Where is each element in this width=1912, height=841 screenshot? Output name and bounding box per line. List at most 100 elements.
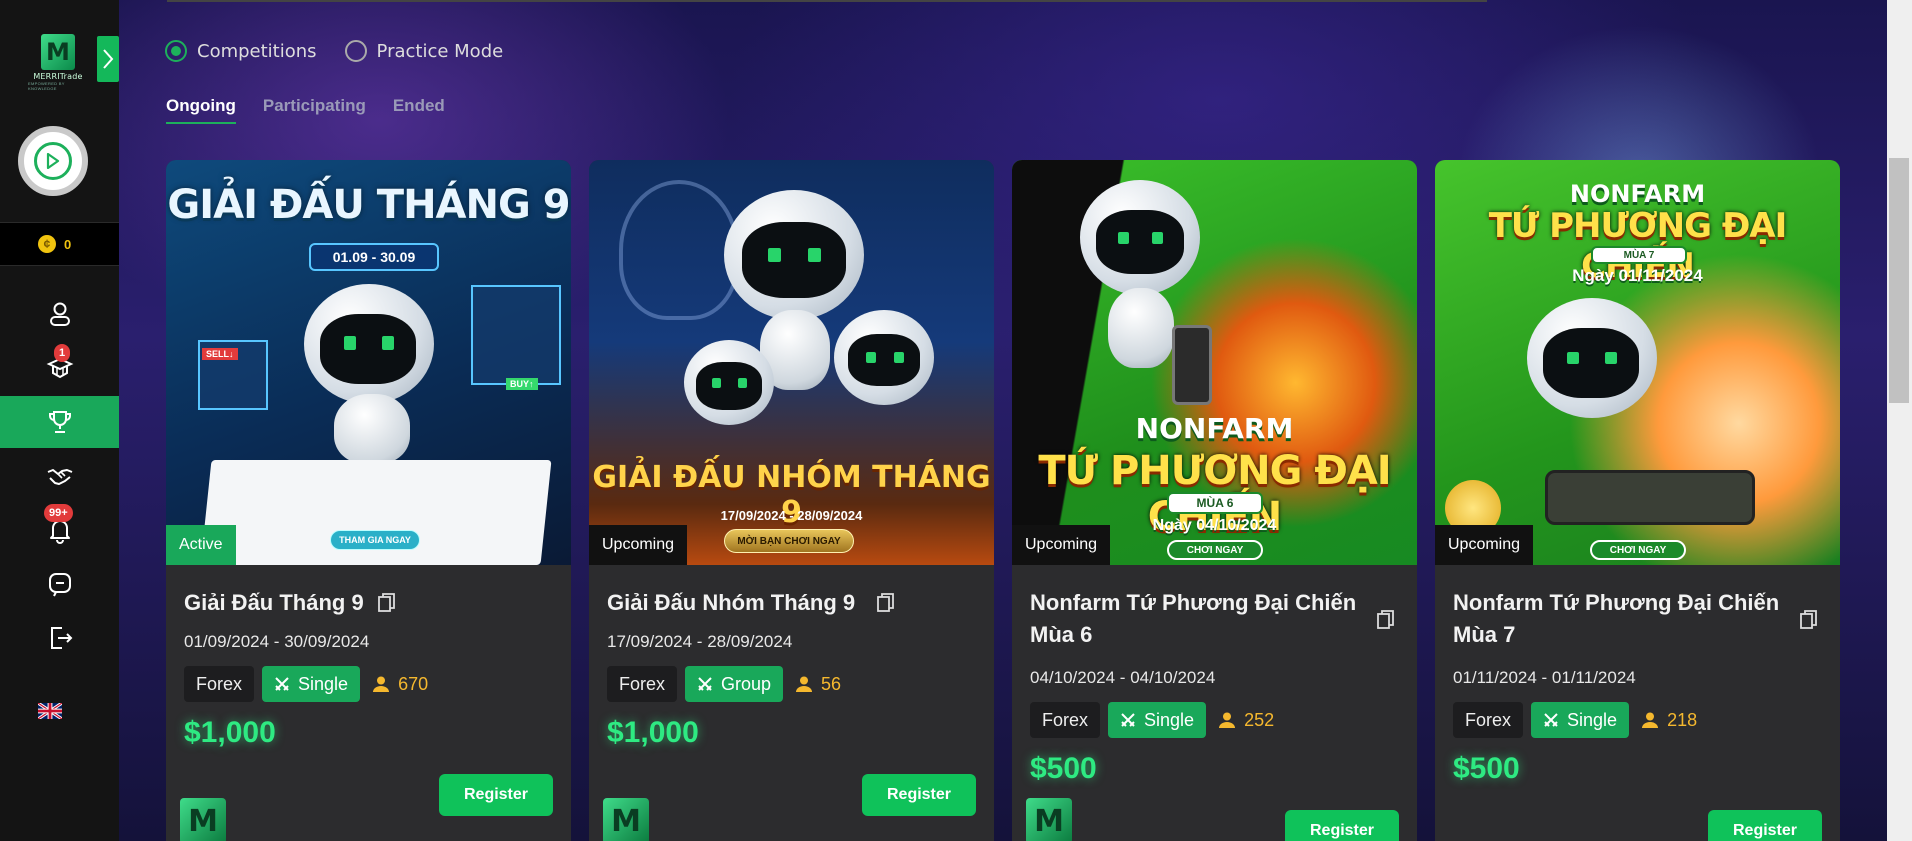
copy-icon[interactable] — [1800, 610, 1818, 630]
vertical-scrollbar[interactable] — [1887, 0, 1912, 841]
top-divider — [167, 0, 1487, 2]
mode-option-label: Practice Mode — [376, 40, 504, 62]
register-button[interactable]: Register — [1285, 810, 1399, 841]
status-badge: Active — [166, 525, 236, 565]
user-icon — [373, 676, 390, 692]
notifications-badge: 99+ — [44, 504, 73, 522]
competition-title: Nonfarm Tứ Phương Đại Chiến Mùa 7 — [1453, 590, 1780, 647]
copy-icon[interactable] — [1377, 610, 1395, 630]
radio-unselected-icon — [344, 40, 367, 62]
banner-cta-button: THAM GIA NGAY — [330, 530, 420, 550]
logo-text: MERRITrade — [33, 72, 83, 81]
sell-label: SELL↓ — [202, 348, 238, 360]
scrollbar-thumb[interactable] — [1889, 158, 1909, 403]
mode-option-label: Competitions — [197, 40, 317, 62]
user-icon — [49, 302, 70, 326]
trophy-icon — [48, 411, 71, 433]
banner-title-top: NONFARM — [1135, 412, 1294, 445]
prize-amount: $1,000 — [607, 716, 699, 749]
market-tag: Forex — [1030, 702, 1101, 738]
merritrade-logo-icon: M — [603, 798, 649, 841]
market-tag: Forex — [184, 666, 255, 702]
mode-option-competitions[interactable]: Competitions — [165, 40, 317, 62]
market-tag: Forex — [1453, 702, 1524, 738]
type-label: Group — [721, 673, 772, 694]
competition-banner[interactable]: NONFARM TỨ PHƯƠNG ĐẠI CHIẾN MÙA 6 Ngày 0… — [1012, 160, 1417, 565]
mode-selector: Competitions Practice Mode — [165, 40, 503, 62]
tank — [1545, 470, 1755, 525]
competition-tags: Forex Single 218 — [1453, 702, 1697, 738]
type-label: Single — [1144, 709, 1195, 730]
user-icon — [1642, 712, 1659, 728]
tab-ongoing[interactable]: Ongoing — [166, 96, 236, 124]
sidebar-item-notifications[interactable]: 99+ — [0, 504, 119, 556]
sidebar: M MERRITrade EMPOWERED BY KNOWLEDGE ¢ 0 … — [0, 0, 119, 841]
uk-flag-icon[interactable] — [38, 703, 62, 719]
competition-tags: Forex Group 56 — [607, 666, 841, 702]
copy-icon[interactable] — [877, 593, 895, 613]
user-icon — [796, 676, 813, 692]
type-label: Single — [298, 673, 349, 694]
trophy-background — [619, 180, 739, 320]
prize-amount: $500 — [1453, 752, 1520, 785]
mode-option-practice[interactable]: Practice Mode — [344, 40, 504, 62]
type-tag: Single — [1108, 702, 1207, 738]
coin-balance: ¢ 0 — [0, 222, 119, 266]
tab-ended[interactable]: Ended — [393, 96, 445, 124]
type-tag: Single — [1531, 702, 1630, 738]
competition-banner[interactable]: GIẢI ĐẤU THÁNG 9 01.09 - 30.09 SELL↓ BUY… — [166, 160, 571, 565]
sidebar-item-support[interactable] — [0, 558, 119, 610]
copy-icon[interactable] — [378, 593, 396, 613]
play-icon — [34, 142, 72, 180]
banner-date: 01.09 - 30.09 — [309, 243, 439, 271]
register-button[interactable]: Register — [1708, 810, 1822, 841]
user-icon — [1219, 712, 1236, 728]
register-button[interactable]: Register — [862, 774, 976, 816]
participants-count: 670 — [372, 674, 428, 695]
brand-logo[interactable]: M MERRITrade EMPOWERED BY KNOWLEDGE — [28, 34, 88, 92]
swords-icon — [1121, 713, 1135, 727]
banner-date: Ngày 01/11/2024 — [1572, 266, 1703, 285]
sidebar-item-profile[interactable] — [0, 288, 119, 340]
logo-mark: M — [41, 34, 75, 70]
competition-dates: 17/09/2024 - 28/09/2024 — [607, 632, 793, 651]
type-tag: Single — [262, 666, 361, 702]
luggage — [1172, 325, 1212, 405]
play-button[interactable] — [18, 126, 88, 196]
participants-value: 252 — [1244, 709, 1275, 730]
banner-date: 17/09/2024 - 28/09/2024 — [720, 508, 863, 523]
type-tag: Group — [685, 666, 784, 702]
register-button[interactable]: Register — [439, 774, 553, 816]
banner-cta-button: CHƠI NGAY — [1590, 540, 1686, 560]
competition-dates: 04/10/2024 - 04/10/2024 — [1030, 668, 1216, 687]
banner-season: MÙA 6 — [1167, 492, 1263, 514]
radio-selected-icon — [165, 40, 187, 62]
sidebar-item-courses[interactable]: 1 — [0, 342, 119, 394]
banner-title: GIẢI ĐẤU THÁNG 9 — [167, 182, 570, 228]
status-badge: Upcoming — [1435, 525, 1534, 565]
sidebar-item-partners[interactable] — [0, 450, 119, 502]
competition-banner[interactable]: NONFARM TỨ PHƯƠNG ĐẠI CHIẾN MÙA 7 Ngày 0… — [1435, 160, 1840, 565]
participants-count: 218 — [1641, 710, 1697, 731]
merritrade-logo-icon: M — [1026, 798, 1072, 841]
swords-icon — [1544, 713, 1558, 727]
logout-icon — [50, 627, 72, 649]
chart-panel-right — [471, 285, 561, 385]
sidebar-toggle-button[interactable] — [97, 36, 119, 82]
competition-title: Nonfarm Tứ Phương Đại Chiến Mùa 6 — [1030, 590, 1357, 647]
chevron-right-icon — [103, 49, 114, 69]
coin-icon: ¢ — [38, 235, 56, 253]
status-badge: Upcoming — [589, 525, 688, 565]
competition-tags: Forex Single 670 — [184, 666, 428, 702]
type-label: Single — [1567, 709, 1618, 730]
buy-label: BUY↑ — [506, 378, 538, 390]
competition-card[interactable]: NONFARM TỨ PHƯƠNG ĐẠI CHIẾN MÙA 6 Ngày 0… — [1012, 160, 1417, 841]
competition-banner[interactable]: GIẢI ĐẤU NHÓM THÁNG 9 17/09/2024 - 28/09… — [589, 160, 994, 565]
merritrade-logo-icon: M — [180, 798, 226, 841]
competition-card[interactable]: GIẢI ĐẤU THÁNG 9 01.09 - 30.09 SELL↓ BUY… — [166, 160, 571, 841]
tab-participating[interactable]: Participating — [263, 96, 366, 124]
sidebar-item-logout[interactable] — [0, 612, 119, 664]
sidebar-item-competitions[interactable] — [0, 396, 119, 448]
competition-card[interactable]: NONFARM TỨ PHƯƠNG ĐẠI CHIẾN MÙA 7 Ngày 0… — [1435, 160, 1840, 841]
competition-card[interactable]: GIẢI ĐẤU NHÓM THÁNG 9 17/09/2024 - 28/09… — [589, 160, 994, 841]
